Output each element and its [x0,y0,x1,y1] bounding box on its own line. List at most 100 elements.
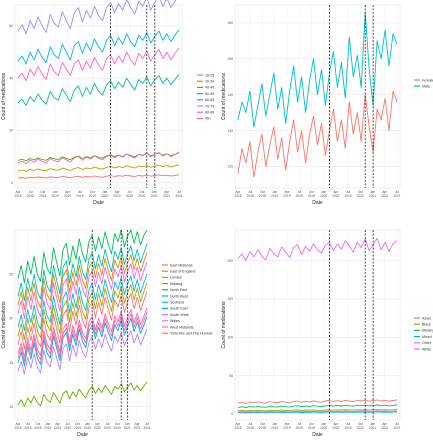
legend-label: West Midlands [170,325,194,329]
x-tick-label-year: 2018 [259,426,266,430]
y-tick-label: 20 [9,317,13,321]
x-tick-label-year: 2021 [393,426,400,430]
legend-label: East of England [170,270,195,274]
legend-label: Missing [170,282,182,286]
y-tick-label: 50 [229,374,233,378]
legend: Female Male [414,78,433,89]
y-axis-title: Count of medications [221,301,227,348]
panel-1: 0204060Apr2018Jul2018Oct2018Jan2019Apr20… [1,0,214,206]
y-axis-title: Count of medications [221,73,227,120]
x-tick-label-year: 2019 [296,426,303,430]
x-tick-label-year: 2018 [14,426,21,430]
plot-area [234,229,401,421]
x-tick-label-year: 2019 [308,194,315,198]
panel-4: 050100150200Apr2018Jul2018Oct2018Jan2019… [221,229,433,438]
x-tick-label-year: 2021 [124,426,131,430]
x-tick-label-year: 2020 [114,194,121,198]
legend-label: London [170,276,182,280]
legend-label: Asian [422,316,431,320]
legend: 18-29 30-39 40-49 50-59 60-69 70-79 80-89 90+ [197,73,214,121]
panel-3: 10152025Apr2018Jul2018Oct2018Jan2019Apr2… [1,229,214,438]
x-tick-label-year: 2019 [64,426,71,430]
x-tick-label-year: 2018 [247,194,254,198]
x-tick-label-year: 2019 [44,426,51,430]
x-tick-label-year: 2020 [126,194,133,198]
panel-2: 120130140150160Apr2018Jul2018Oct2018Jan2… [221,4,433,206]
x-tick-label-year: 2020 [114,426,121,430]
x-tick-label-year: 2019 [283,426,290,430]
y-tick-label: 60 [9,24,13,28]
x-tick-label-year: 2021 [163,194,170,198]
x-tick-label-year: 2021 [175,194,182,198]
x-tick-label-year: 2021 [393,194,400,198]
legend-label: 80-89 [205,111,214,115]
x-axis-title: Date [312,432,323,438]
y-tick-label: 150 [227,57,233,61]
legend-label: Missing [422,329,433,333]
x-tick-label-year: 2021 [381,426,388,430]
y-axis-title: Count of medications [1,73,7,120]
legend-label: 18-29 [205,73,214,77]
legend-label: White [422,347,431,351]
x-tick-label-year: 2019 [64,194,71,198]
x-tick-label-year: 2019 [52,194,59,198]
x-tick-label-year: 2018 [27,194,34,198]
figure-grid: 0204060Apr2018Jul2018Oct2018Jan2019Apr20… [1,0,433,438]
x-axis-title: Date [93,200,104,206]
legend: Asian Black Missing Mixed Other White [414,316,433,351]
x-tick-label-year: 2018 [39,194,46,198]
x-tick-label-year: 2020 [332,194,339,198]
x-tick-label-year: 2021 [134,426,141,430]
x-tick-label-year: 2019 [54,426,61,430]
x-axis-title: Date [77,432,88,438]
legend-label: Female [422,78,433,82]
x-tick-label-year: 2018 [24,426,31,430]
x-tick-label-year: 2021 [143,426,150,430]
x-tick-label-year: 2020 [84,426,91,430]
y-tick-label: 25 [9,272,13,276]
x-tick-label-year: 2018 [247,426,254,430]
x-tick-label-year: 2020 [94,426,101,430]
x-tick-label-year: 2018 [234,426,241,430]
legend: East Midlands East of England London Missin… [162,263,214,336]
legend-label: South East [170,307,188,311]
legend-label: 60-69 [205,98,214,102]
x-tick-label-year: 2020 [320,426,327,430]
x-axis-title: Date [312,200,323,206]
x-tick-label-year: 2020 [357,194,364,198]
x-tick-label-year: 2020 [357,426,364,430]
x-tick-label-year: 2021 [151,194,158,198]
y-tick-label: 0 [11,181,13,185]
y-tick-label: 150 [227,297,233,301]
legend-label: North East [170,288,187,292]
x-tick-label-year: 2021 [381,194,388,198]
x-tick-label-year: 2020 [101,194,108,198]
legend-label: North West [170,294,188,298]
y-tick-label: 200 [227,259,233,263]
x-tick-label-year: 2020 [138,194,145,198]
legend-label: 70-79 [205,104,214,108]
x-tick-label-year: 2019 [296,194,303,198]
y-tick-label: 120 [227,165,233,169]
legend-label: Male [422,85,430,89]
x-tick-label-year: 2019 [89,194,96,198]
y-tick-label: 0 [231,412,233,416]
y-tick-label: 130 [227,129,233,133]
x-tick-label-year: 2019 [74,426,81,430]
y-tick-label: 10 [9,405,13,409]
y-tick-label: 100 [227,335,233,339]
legend-label: Mixed [422,335,432,339]
x-tick-label-year: 2018 [34,426,41,430]
y-tick-label: 20 [9,129,13,133]
x-tick-label-year: 2020 [104,426,111,430]
x-tick-label-year: 2021 [369,426,376,430]
legend-label: 50-59 [205,92,214,96]
legend-label: South West [170,313,189,317]
x-tick-label-year: 2020 [345,194,352,198]
legend-label: Black [422,323,431,327]
legend-label: Scotland [170,301,184,305]
legend-label: Other [422,341,432,345]
x-tick-label-year: 2019 [271,194,278,198]
x-tick-label-year: 2018 [234,194,241,198]
x-tick-label-year: 2019 [308,426,315,430]
